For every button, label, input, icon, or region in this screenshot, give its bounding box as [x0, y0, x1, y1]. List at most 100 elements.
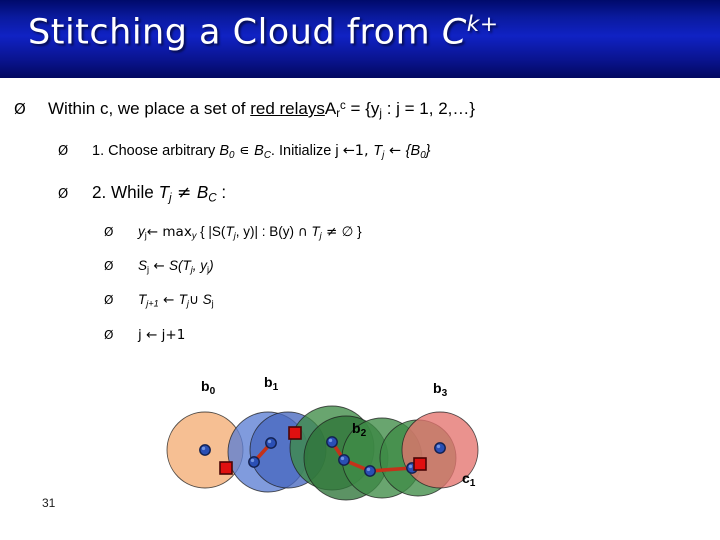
- sub1-arrow-max: ← max: [146, 224, 192, 240]
- step2-colon: :: [216, 183, 227, 202]
- title-variable: C: [441, 12, 467, 53]
- sub1-tj2: T: [311, 224, 320, 239]
- step1-bc-sub: C: [263, 149, 271, 161]
- step1-set-end: }: [425, 143, 431, 159]
- sub2-arrow: ←: [149, 258, 169, 274]
- sub3-arrow: ←: [158, 292, 179, 308]
- sub1-close: }: [353, 224, 362, 239]
- bullet-step-2: Ø 2. While Tj ≠ BC :: [58, 183, 226, 204]
- node-2: [248, 456, 260, 468]
- node-4: [338, 454, 350, 466]
- step1-bc: B: [254, 143, 264, 159]
- bullet-l1-var-a: A: [324, 99, 337, 118]
- bullet-arrow-icon: Ø: [58, 144, 69, 159]
- bullet-arrow-icon: Ø: [104, 259, 114, 273]
- figure-label-base: b: [201, 378, 210, 394]
- step1-lead: 1. Choose arbitrary: [92, 143, 220, 159]
- bullet-substep-4-text: j ← j+1: [138, 327, 186, 343]
- figure-label-sub: 1: [272, 381, 279, 393]
- bullet-arrow-icon: Ø: [104, 328, 114, 342]
- relay-2: [413, 457, 427, 471]
- step2-lead: 2. While: [92, 183, 159, 202]
- title-main-text: Stitching a Cloud from: [28, 12, 442, 53]
- sub3-union-symbol: ∪: [188, 292, 199, 308]
- sub2-func: S(: [168, 258, 183, 273]
- node-7: [434, 442, 446, 454]
- node-5: [364, 465, 376, 477]
- bullet-arrow-icon: Ø: [58, 187, 69, 202]
- cloud-stitching-diagram: b0 b1 b2 b3 c1: [150, 370, 570, 535]
- sub1-neq-symbol: ≠: [321, 224, 342, 240]
- sub2-tj: T: [182, 258, 191, 273]
- title-superscript: k+: [466, 12, 499, 37]
- node-1: [265, 437, 277, 449]
- bullet-step-1-text: 1. Choose arbitrary B0 ∊ BC. Initialize …: [92, 143, 431, 161]
- node-highlight-4: [340, 456, 345, 461]
- step1-set: {B: [405, 143, 421, 159]
- bullet-substep-2: Ø Sj ← S(Tj, yj): [104, 258, 214, 275]
- slide-number: 31: [42, 496, 56, 510]
- node-0: [199, 444, 211, 456]
- sub1-tj: T: [225, 224, 234, 239]
- sub1-emptyset-symbol: ∅: [341, 224, 354, 240]
- sub3-tj1-sub: j+1: [146, 298, 159, 309]
- step2-bc: B: [196, 183, 209, 202]
- bullet-substep-3: Ø Tj+1 ← Tj∪ Sj: [104, 292, 214, 309]
- bullet-substep-3-text: Tj+1 ← Tj∪ Sj: [138, 292, 214, 309]
- figure-label-sub: 3: [441, 387, 448, 399]
- sub1-open: { |S(: [196, 224, 226, 239]
- sub3-sj: S: [198, 292, 212, 307]
- page-title: Stitching a Cloud from Ck+: [28, 12, 499, 53]
- bullet-level1: Ø Within c, we place a set of red relays…: [14, 99, 475, 120]
- bullet-step-1: Ø 1. Choose arbitrary B0 ∊ BC. Initializ…: [58, 143, 431, 161]
- bullet-l1-underlined: red relays: [250, 99, 325, 118]
- bullet-substep-1-text: yj← maxy { |S(Tj, y)| : B(y) ∩ Tj ≠ ∅ }: [138, 224, 362, 241]
- bullet-substep-4: Ø j ← j+1: [104, 327, 185, 343]
- bullet-substep-2-text: Sj ← S(Tj, yj): [138, 258, 214, 275]
- sub2-close: ): [209, 258, 214, 273]
- step1-arrow-1: ←1,: [342, 143, 374, 159]
- bullet-arrow-icon: Ø: [14, 100, 26, 118]
- figure-label-base: b: [352, 420, 361, 436]
- node-highlight-0: [201, 446, 206, 451]
- sub1-intersect-symbol: ∩: [297, 224, 308, 240]
- figure-label-sub: 1: [469, 477, 476, 489]
- step2-tj: T: [158, 183, 170, 202]
- step2-bc-sub: C: [208, 191, 217, 205]
- node-highlight-1: [267, 439, 272, 444]
- node-highlight-2: [250, 458, 255, 463]
- figure-label-b0: b0: [201, 378, 215, 397]
- sub1-mid: , y)| : B(y): [235, 224, 298, 239]
- step1-tj: T: [373, 143, 383, 159]
- node-highlight-6: [408, 464, 413, 469]
- bullet-level1-text: Within c, we place a set of red relaysAr…: [48, 99, 475, 120]
- bullet-l1-lead: Within c, we place a set of: [48, 99, 251, 118]
- sub1-yj: y: [138, 224, 145, 239]
- node-highlight-3: [328, 438, 333, 443]
- sub3-tj1: T: [138, 292, 147, 307]
- node-highlight-5: [366, 467, 371, 472]
- step1-member-symbol: ∊: [234, 143, 255, 159]
- sub3-tj: T: [178, 292, 187, 307]
- sub2-mid: , y: [192, 258, 208, 273]
- bullet-arrow-icon: Ø: [104, 293, 114, 307]
- sub2-sj: S: [138, 258, 148, 273]
- figure-label-c1: c1: [462, 470, 475, 489]
- bullet-step-2-text: 2. While Tj ≠ BC :: [92, 183, 226, 204]
- step1-arrow-2: ←: [384, 143, 406, 159]
- step1-b0: B: [219, 143, 230, 159]
- relay-0: [219, 461, 233, 475]
- figure-label-b1: b1: [264, 374, 278, 393]
- bullet-arrow-icon: Ø: [104, 225, 114, 239]
- sub3-sj-sub: j: [211, 298, 214, 309]
- figure-label-sub: 0: [209, 385, 216, 397]
- figure-label-base: c: [462, 470, 470, 486]
- step1-initialize: . Initialize j: [270, 143, 343, 159]
- node-highlight-7: [436, 444, 441, 449]
- bullet-l1-tail-rest: : j = 1, 2,…}: [381, 99, 476, 118]
- figure-label-b3: b3: [433, 380, 447, 399]
- relay-1: [288, 426, 302, 440]
- bullet-substep-1: Ø yj← maxy { |S(Tj, y)| : B(y) ∩ Tj ≠ ∅ …: [104, 224, 362, 241]
- title-banner: Stitching a Cloud from Ck+: [0, 0, 720, 78]
- figure-label-b2: b2: [352, 420, 366, 439]
